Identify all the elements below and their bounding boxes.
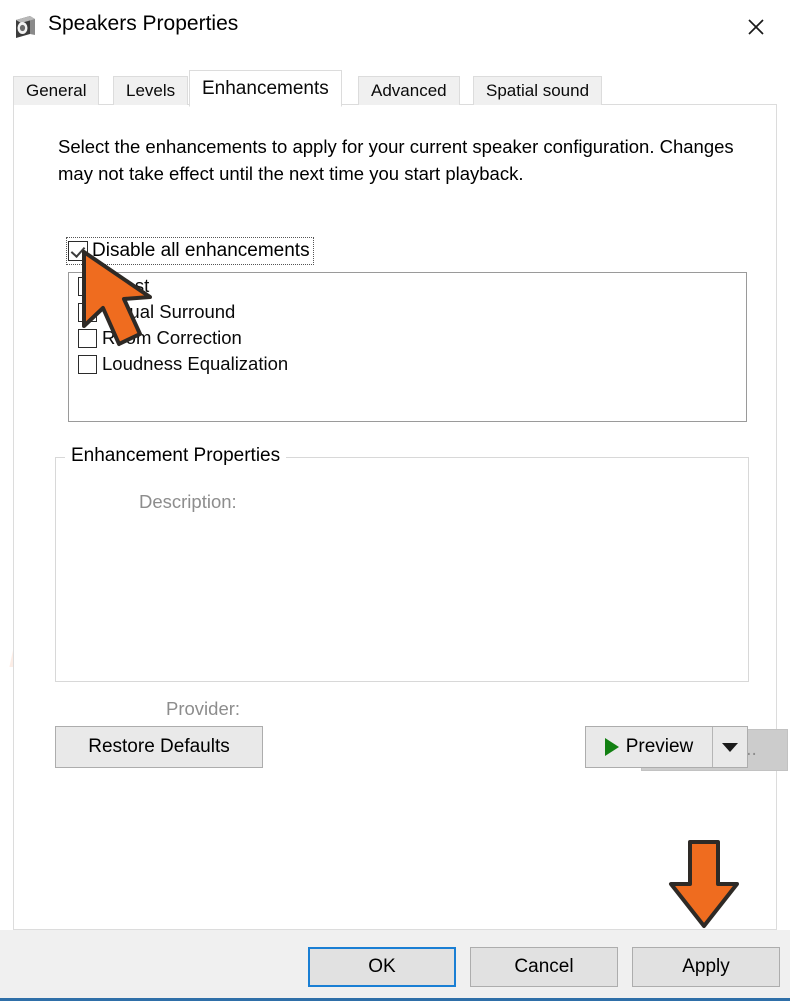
tab-enhancements[interactable]: Enhancements [189,70,342,107]
enhancements-listbox[interactable]: Boost Virtual Surround Room Correction L… [68,272,747,422]
preview-label: Preview [625,736,694,757]
cancel-button[interactable]: Cancel [470,947,618,987]
checkbox-box[interactable] [78,354,97,374]
checkbox-box[interactable] [78,302,97,322]
ok-button[interactable]: OK [308,947,456,987]
speaker-icon [12,14,38,40]
checkbox-box[interactable] [78,328,97,348]
tab-general[interactable]: General [13,76,100,105]
preview-split-button[interactable]: Preview [585,726,748,768]
provider-label: Provider: [166,698,241,719]
enhancement-properties-legend: Enhancement Properties [65,445,287,467]
tab-spatial-sound[interactable]: Spatial sound [473,76,603,105]
disable-all-enhancements-checkbox[interactable]: Disable all enhancements [66,237,314,265]
tab-strip: General Levels Enhancements Advanced Spa… [13,70,777,107]
list-item[interactable]: Loudness Equalization [69,351,746,377]
description-label: Description: [139,491,237,512]
instructions-text: Select the enhancements to apply for you… [58,136,734,184]
dialog-footer: OK Cancel Apply [0,930,790,1001]
chevron-down-icon [722,742,738,752]
disable-all-enhancements-label: Disable all enhancements [92,240,310,261]
list-item-label: Virtual Surround [102,301,236,322]
list-item-label: Boost [102,275,150,296]
checkbox-box[interactable] [78,276,97,296]
window-title: Speakers Properties [48,12,239,35]
enhancement-properties-group: Enhancement Properties Description: Prov… [55,445,788,771]
tab-advanced[interactable]: Advanced [358,76,460,105]
preview-button[interactable]: Preview [586,727,712,767]
title-bar: Speakers Properties [0,0,790,58]
play-triangle-icon [604,738,619,756]
list-item[interactable]: Virtual Surround [69,299,746,325]
apply-button[interactable]: Apply [632,947,780,987]
close-icon[interactable] [732,8,780,46]
enhancements-tab-panel: Select the enhancements to apply for you… [13,104,788,930]
preview-dropdown-button[interactable] [712,727,747,767]
list-item-label: Loudness Equalization [102,353,289,374]
speakers-properties-dialog: pc risk.com Speakers Properties General … [0,0,790,1001]
list-item[interactable]: Boost [69,273,746,299]
checkbox-box-checked [68,241,88,261]
tab-levels[interactable]: Levels [113,76,189,105]
restore-defaults-button[interactable]: Restore Defaults [55,726,263,768]
list-item[interactable]: Room Correction [69,325,746,351]
list-item-label: Room Correction [102,327,242,348]
